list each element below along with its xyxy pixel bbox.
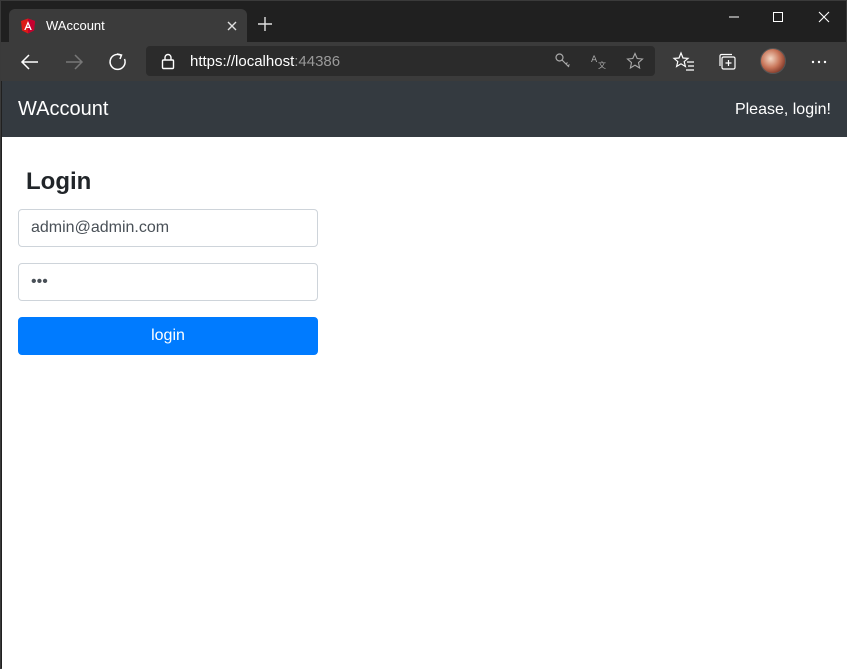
url-text[interactable]: https://localhost:44386 — [190, 53, 340, 70]
browser-window: WAccount https://localhost:44386 A 文 WAc… — [0, 0, 847, 669]
translate-icon[interactable]: A 文 — [590, 52, 608, 70]
favorites-icon[interactable] — [672, 50, 696, 74]
angular-logo-icon — [21, 18, 35, 34]
page-content: WAccount Please, login! Login login — [2, 81, 847, 669]
browser-tab[interactable]: WAccount — [9, 9, 247, 42]
back-arrow-icon[interactable] — [18, 50, 42, 74]
address-bar[interactable]: https://localhost:44386 A 文 — [146, 46, 655, 76]
new-tab-icon[interactable] — [255, 14, 275, 34]
login-button[interactable]: login — [18, 317, 318, 355]
collections-icon[interactable] — [716, 50, 740, 74]
url-port: :44386 — [294, 53, 341, 70]
close-tab-icon[interactable] — [223, 17, 241, 35]
refresh-icon[interactable] — [106, 50, 130, 74]
profile-avatar[interactable] — [760, 48, 786, 74]
tab-strip: WAccount — [1, 1, 846, 42]
favorite-star-icon[interactable] — [626, 52, 644, 70]
forward-arrow-icon[interactable] — [62, 50, 86, 74]
lock-icon[interactable] — [160, 52, 176, 70]
url-scheme: https:// — [190, 53, 236, 70]
app-navbar: WAccount Please, login! — [2, 81, 847, 137]
svg-text:A: A — [591, 55, 598, 65]
tab-title: WAccount — [46, 18, 105, 33]
more-options-icon[interactable] — [807, 50, 831, 74]
page-title: Login — [26, 168, 92, 195]
key-icon[interactable] — [554, 52, 572, 70]
close-window-icon[interactable] — [801, 5, 847, 29]
maximize-icon[interactable] — [755, 5, 801, 29]
login-prompt: Please, login! — [734, 101, 831, 118]
email-field[interactable] — [18, 209, 318, 247]
url-host: localhost — [235, 53, 295, 70]
password-field[interactable] — [18, 263, 318, 301]
minimize-icon[interactable] — [711, 5, 757, 29]
svg-text:文: 文 — [598, 60, 606, 70]
app-brand[interactable]: WAccount — [18, 98, 108, 121]
browser-toolbar: https://localhost:44386 A 文 — [1, 42, 846, 81]
